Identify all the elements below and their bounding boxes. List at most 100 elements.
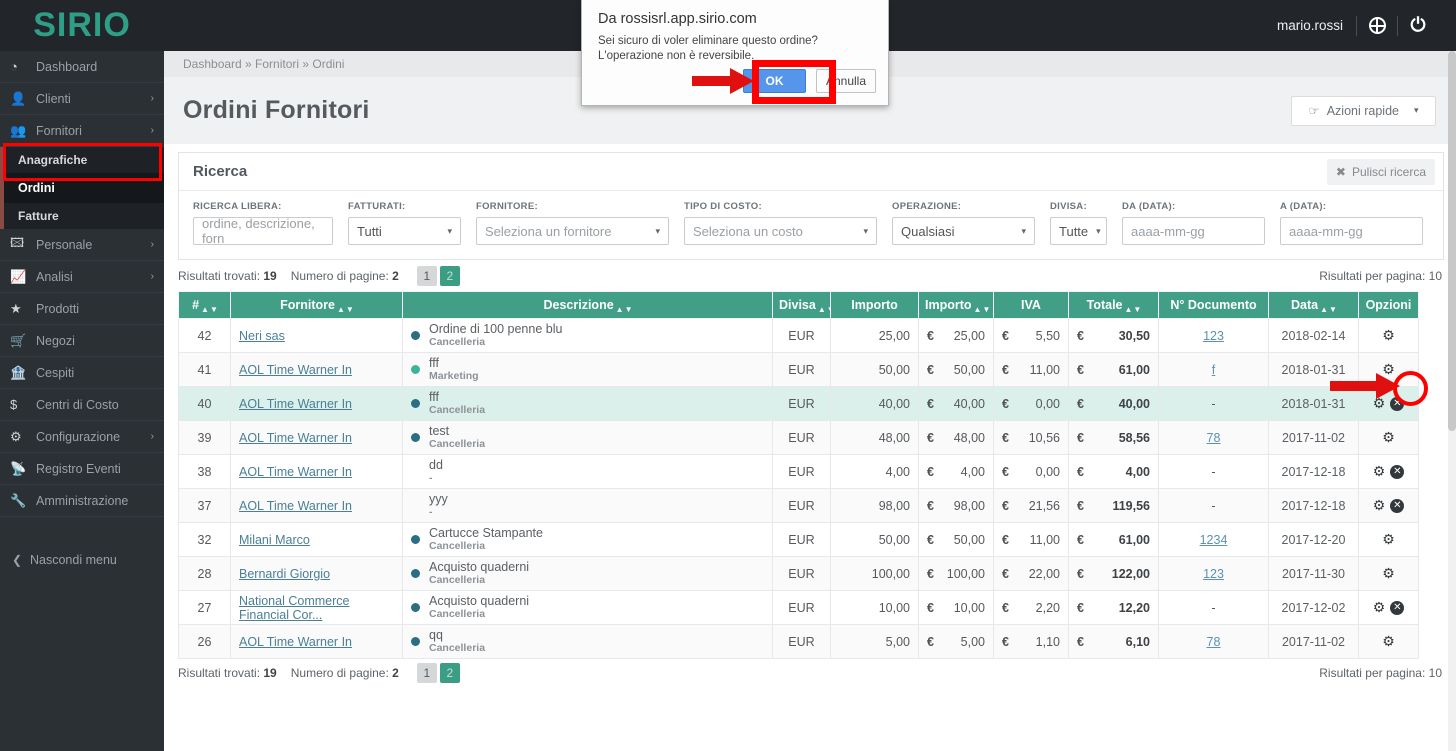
gear-icon[interactable]: ⚙ [1373,599,1386,616]
cell-importo: 100,00 [830,556,919,591]
fornitore-link[interactable]: AOL Time Warner In [239,363,352,377]
column-header-descrizione-2[interactable]: Descrizione ▲▼ [402,291,773,319]
sort-arrows-icon[interactable]: ▲▼ [1320,305,1338,314]
filter-input-7[interactable]: aaaa-mm-gg [1280,217,1423,245]
sort-arrows-icon[interactable]: ▲▼ [974,305,992,314]
filter-input-0[interactable]: ordine, descrizione, forn [193,216,333,246]
documento-link[interactable]: 78 [1207,431,1221,445]
hand-pointer-icon: ☞ [1308,104,1320,118]
documento-link[interactable]: 123 [1203,567,1224,581]
fornitore-link[interactable]: Bernardi Giorgio [239,567,330,581]
quick-actions-button[interactable]: ☞ Azioni rapide ▾ [1291,95,1436,126]
page-button-1-top[interactable]: 1 [416,266,437,286]
column-header-data-9[interactable]: Data ▲▼ [1268,291,1359,319]
table-row[interactable]: 39 AOL Time Warner In test Cancelleria EUR 48… [178,420,1419,455]
fornitore-link[interactable]: AOL Time Warner In [239,431,352,445]
gear-icon[interactable]: ⚙ [1373,463,1386,480]
fornitore-link[interactable]: AOL Time Warner In [239,499,352,513]
globe-icon[interactable] [1357,6,1397,46]
gear-icon[interactable]: ⚙ [1382,565,1395,582]
sidebar-item-centri-di-costo[interactable]: $ Centri di Costo [0,389,164,421]
table-row[interactable]: 40 AOL Time Warner In fff Cancelleria EUR 40,… [178,386,1419,421]
cell-totale: €119,56 [1068,488,1159,523]
cell-importo-netto-value: 10,00 [953,600,985,615]
documento-link[interactable]: 123 [1203,329,1224,343]
username-label[interactable]: mario.rossi [1277,18,1356,33]
filter-input-6[interactable]: aaaa-mm-gg [1122,217,1265,245]
app-logo[interactable]: SIRIO [0,0,164,51]
cell-totale: €40,00 [1068,386,1159,421]
documento-link[interactable]: 1234 [1200,533,1228,547]
delete-icon[interactable]: ✕ [1390,464,1405,479]
euro-icon: € [1077,498,1084,513]
table-row[interactable]: 37 AOL Time Warner In yyy - EUR 98,00 €98,00 €2… [178,488,1419,523]
page-button-2-bottom[interactable]: 2 [439,663,460,683]
sidebar-item-registro-eventi[interactable]: 📡 Registro Eventi [0,453,164,485]
hide-menu-button[interactable]: ❮ Nascondi menu [0,543,164,577]
sidebar-item-amministrazione[interactable]: 🔧 Amministrazione [0,485,164,517]
options-wrap: ⚙ ✕ [1367,599,1410,616]
table-row[interactable]: 42 Neri sas Ordine di 100 penne blu Cancell… [178,318,1419,353]
table-row[interactable]: 27 National Commerce Financial Cor... Acqu… [178,590,1419,625]
cell-importo-netto-value: 5,00 [960,634,985,649]
sort-arrows-icon[interactable]: ▲▼ [201,305,219,314]
status-dot-icon [411,501,420,510]
clear-search-button[interactable]: ✖ Pulisci ricerca [1326,158,1435,185]
filter-select-5[interactable]: Tutte ▾ [1050,217,1107,245]
sidebar-item-dashboard[interactable]: ◔ Dashboard [0,51,164,83]
column-header-totale-7[interactable]: Totale ▲▼ [1068,291,1159,319]
column-header-divisa-3[interactable]: Divisa ▲▼ [772,291,835,319]
categoria-text: Marketing [429,370,479,382]
power-icon[interactable]: ⏻ [1398,6,1438,46]
fornitore-link[interactable]: National Commerce Financial Cor... [239,594,349,622]
fornitore-link[interactable]: AOL Time Warner In [239,635,352,649]
cell-iva-value: 5,50 [1035,328,1060,343]
sidebar-item-ordini[interactable]: Ordini [0,173,164,203]
column-header-fornitore-1[interactable]: Fornitore ▲▼ [230,291,403,319]
fornitore-link[interactable]: Neri sas [239,329,285,343]
gear-icon[interactable]: ⚙ [1382,429,1395,446]
page-button-2-top[interactable]: 2 [439,266,460,286]
gear-icon[interactable]: ⚙ [1382,327,1395,344]
gear-icon[interactable]: ⚙ [1382,633,1395,650]
cell-importo-netto-value: 48,00 [953,430,985,445]
table-row[interactable]: 38 AOL Time Warner In dd - EUR 4,00 €4,00 €0,00… [178,454,1419,489]
fornitore-link[interactable]: AOL Time Warner In [239,397,352,411]
sort-arrows-icon[interactable]: ▲▼ [616,305,634,314]
sidebar-item-analisi[interactable]: 📈 Analisi › [0,261,164,293]
delete-icon[interactable]: ✕ [1390,498,1405,513]
sort-arrows-icon[interactable]: ▲▼ [337,305,355,314]
column-header---0[interactable]: # ▲▼ [178,291,231,319]
fornitore-link[interactable]: AOL Time Warner In [239,465,352,479]
sidebar-item-anagrafiche[interactable]: Anagrafiche [0,147,164,173]
filter-select-3[interactable]: Seleziona un costo ▾ [684,217,877,245]
sidebar-item-negozi[interactable]: 🛒 Negozi [0,325,164,357]
table-row[interactable]: 32 Milani Marco Cartucce Stampante Cancelle… [178,522,1419,557]
gear-icon[interactable]: ⚙ [1382,531,1395,548]
table-row[interactable]: 26 AOL Time Warner In qq Cancelleria EUR 5,00… [178,624,1419,659]
gear-icon[interactable]: ⚙ [1373,497,1386,514]
dollar-icon: $ [10,397,18,412]
sidebar-item-configurazione[interactable]: ⚙ Configurazione › [0,421,164,453]
vertical-scrollbar-thumb[interactable] [1448,51,1456,431]
delete-icon[interactable]: ✕ [1390,600,1405,615]
filter-select-4[interactable]: Qualsiasi ▾ [892,217,1035,245]
sidebar-item-clienti[interactable]: 👤 Clienti › [0,83,164,115]
sidebar-item-fornitori[interactable]: 👥 Fornitori › [0,115,164,147]
documento-link[interactable]: f [1212,363,1215,377]
column-header-importo-5[interactable]: Importo ▲▼ [918,291,994,319]
table-row[interactable]: 41 AOL Time Warner In fff Marketing EUR 50,00… [178,352,1419,387]
sidebar-item-personale[interactable]: 🖾 Personale › [0,229,164,261]
results-found-value: 19 [263,269,277,283]
sidebar-item-prodotti[interactable]: ★ Prodotti [0,293,164,325]
page-button-1-bottom[interactable]: 1 [416,663,437,683]
table-row[interactable]: 28 Bernardi Giorgio Acquisto quaderni Cance… [178,556,1419,591]
filter-select-1[interactable]: Tutti ▾ [348,217,461,245]
results-bar-bottom: Risultati trovati: 19 Numero di pagine: … [164,659,1456,688]
sidebar-item-fatture[interactable]: Fatture [0,203,164,229]
sort-arrows-icon[interactable]: ▲▼ [1125,305,1143,314]
sidebar-item-cespiti[interactable]: 🏦 Cespiti [0,357,164,389]
documento-link[interactable]: 78 [1207,635,1221,649]
fornitore-link[interactable]: Milani Marco [239,533,310,547]
filter-select-2[interactable]: Seleziona un fornitore ▾ [476,217,669,245]
